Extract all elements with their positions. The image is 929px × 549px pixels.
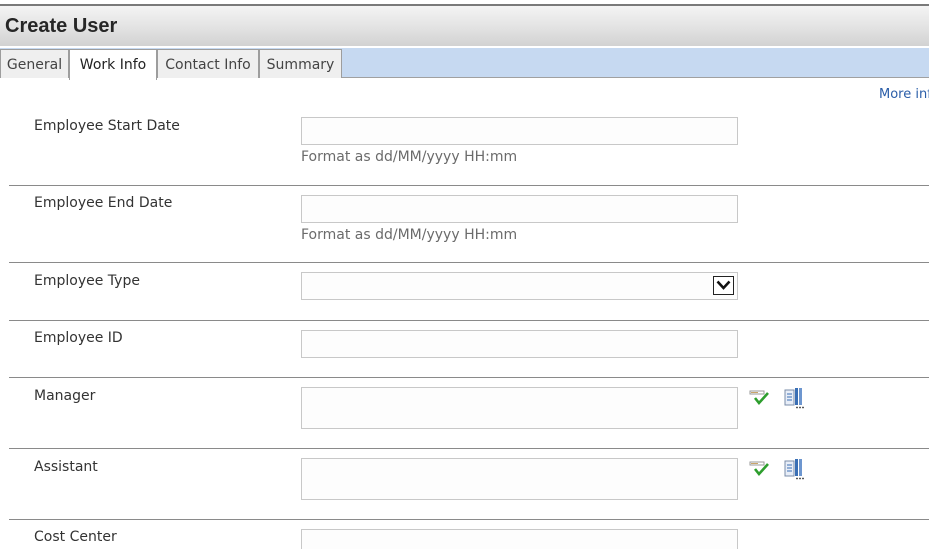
check-names-icon: [749, 461, 769, 477]
manager-people-picker[interactable]: [301, 387, 738, 429]
cost-center-input[interactable]: [301, 529, 738, 549]
manager-check-names-button[interactable]: [749, 387, 771, 409]
assistant-label: Assistant: [34, 459, 98, 475]
assistant-check-names-button[interactable]: [749, 458, 771, 480]
tab-work-info[interactable]: Work Info: [69, 49, 157, 80]
assistant-browse-button[interactable]: [783, 458, 805, 480]
manager-label: Manager: [34, 388, 96, 404]
cost-center-label: Cost Center: [34, 529, 117, 545]
employee-type-label: Employee Type: [34, 273, 140, 289]
end-date-label: Employee End Date: [34, 195, 173, 211]
row-divider: [9, 320, 929, 321]
employee-id-input[interactable]: [301, 330, 738, 358]
end-date-input[interactable]: [301, 195, 738, 223]
page-title: Create User: [5, 15, 118, 37]
row-divider: [9, 262, 929, 263]
assistant-people-picker[interactable]: [301, 458, 738, 500]
create-user-page: Create User General Work Info Contact In…: [0, 0, 929, 549]
check-names-icon: [749, 390, 769, 406]
row-divider: [9, 519, 929, 520]
address-book-icon: [784, 459, 804, 480]
start-date-label: Employee Start Date: [34, 118, 180, 134]
manager-browse-button[interactable]: [783, 387, 805, 409]
end-date-hint: Format as dd/MM/yyyy HH:mm: [301, 227, 518, 243]
more-info-link[interactable]: More inf: [879, 87, 929, 102]
employee-id-label: Employee ID: [34, 330, 123, 346]
row-divider: [9, 448, 929, 449]
row-divider: [9, 185, 929, 186]
address-book-icon: [784, 388, 804, 409]
title-bar: Create User: [0, 4, 929, 46]
tab-general[interactable]: General: [0, 49, 69, 78]
chevron-down-icon: [716, 280, 731, 290]
tab-contact-info[interactable]: Contact Info: [157, 49, 259, 78]
row-divider: [9, 377, 929, 378]
employee-type-select[interactable]: [301, 272, 738, 300]
start-date-hint: Format as dd/MM/yyyy HH:mm: [301, 149, 518, 165]
tab-strip: General Work Info Contact Info Summary: [0, 48, 929, 80]
tab-summary[interactable]: Summary: [259, 49, 342, 78]
employee-type-dropdown-button[interactable]: [713, 276, 734, 295]
start-date-input[interactable]: [301, 117, 738, 145]
